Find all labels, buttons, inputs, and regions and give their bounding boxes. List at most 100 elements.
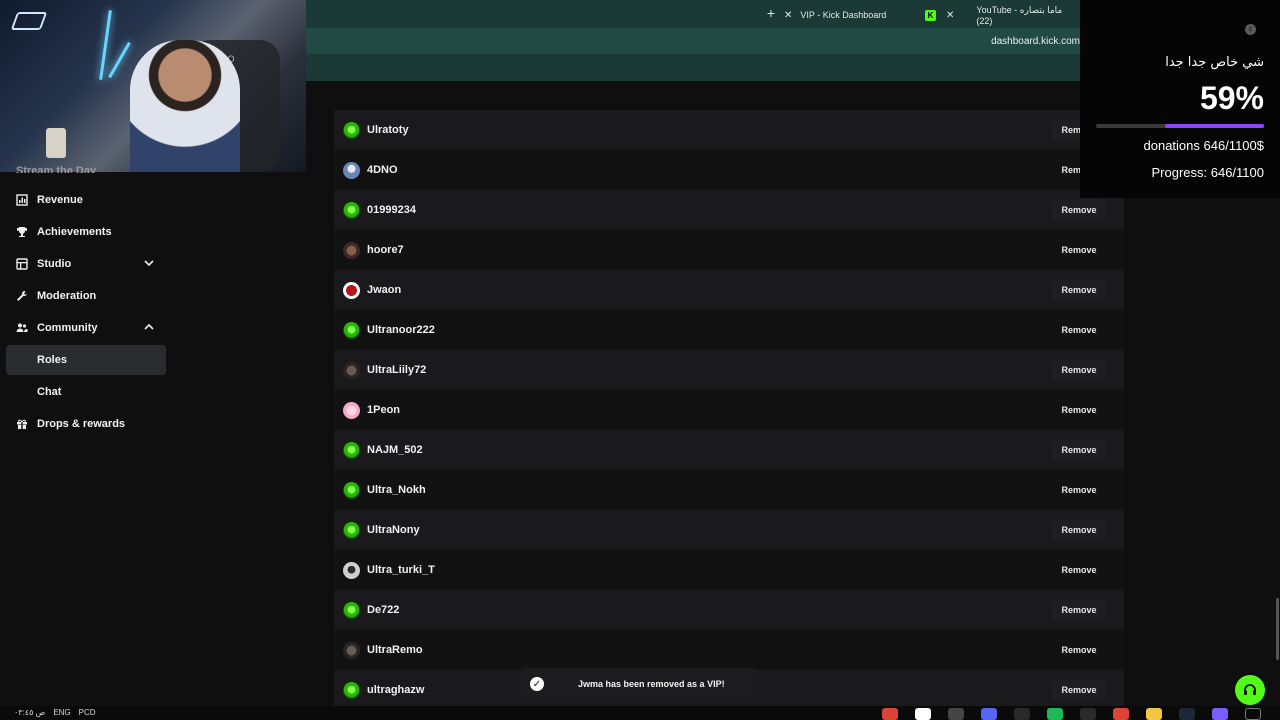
avatar (343, 482, 360, 499)
vip-username: hoore7 (367, 244, 404, 256)
chevron-up-icon[interactable] (143, 321, 155, 333)
steam-icon[interactable] (1179, 708, 1195, 720)
neon-light (99, 10, 112, 80)
address-bar[interactable]: dashboard.kick.com (306, 28, 1080, 54)
avatar (343, 402, 360, 419)
vip-username: 1Peon (367, 404, 401, 416)
sidebar-item-label: Revenue (37, 194, 83, 206)
vip-username: De722 (367, 604, 400, 616)
vip-row: hoore7 Remove (334, 230, 1124, 270)
epic-games-icon[interactable] (1014, 708, 1030, 720)
vip-row: UltraRemo Remove (334, 630, 1124, 670)
remove-vip-button[interactable]: Remove (1052, 399, 1106, 421)
file-explorer-icon[interactable] (1146, 708, 1162, 720)
vip-username: Ultra_Nokh (367, 484, 426, 496)
sidebar-item-achievements[interactable]: Achievements (6, 217, 166, 247)
goal-progress-fill (1164, 124, 1264, 128)
sidebar-item-label: Achievements (37, 226, 112, 238)
close-tab-icon[interactable]: ✕ (784, 10, 792, 21)
goal-progress-bar (1096, 124, 1264, 128)
taskbar-tray: ص ٠٣:٤٥ ENG PCD (14, 708, 96, 717)
remove-vip-button[interactable]: Remove (1052, 639, 1106, 661)
vip-username: UltraLiily72 (367, 364, 427, 376)
vip-row: UltraNony Remove (334, 510, 1124, 550)
webcam-overlay: DEVO (0, 0, 306, 172)
windows-start-icon[interactable] (1245, 708, 1261, 720)
chrome-icon[interactable] (882, 708, 898, 720)
sidebar-item-chat[interactable]: Chat (6, 377, 166, 407)
vip-row: Ulratoty Remove (334, 110, 1124, 150)
new-tab-button[interactable]: + (764, 5, 778, 21)
tab-vip-kick-dashboard[interactable]: ✕ VIP - Kick Dashboard K (784, 4, 936, 26)
vip-row: Jwaon Remove (334, 270, 1124, 310)
remove-vip-button[interactable]: Remove (1052, 239, 1106, 261)
trophy-icon (17, 227, 27, 237)
scrollbar-thumb[interactable] (1276, 598, 1279, 660)
vip-row: Ultra_turki_T Remove (334, 550, 1124, 590)
sidebar-item-drops-rewards[interactable]: Drops & rewards (6, 409, 166, 439)
close-tab-icon[interactable]: ✕ (946, 10, 954, 21)
remove-vip-button[interactable]: Remove (1052, 439, 1106, 461)
remove-vip-button[interactable]: Remove (1052, 319, 1106, 341)
remove-vip-button[interactable]: Remove (1052, 599, 1106, 621)
avatar (343, 642, 360, 659)
epic-games-icon[interactable] (1080, 708, 1096, 720)
vip-username: Jwaon (367, 284, 402, 296)
streamer (130, 40, 240, 172)
gift-icon (17, 419, 27, 429)
sidebar-item-label: Drops & rewards (37, 418, 126, 430)
tab-youtube[interactable]: ✕ YouTube - ماما بتصاره (22) (946, 4, 1080, 26)
tab-label: YouTube - ماما بتصاره (22) (976, 4, 1063, 26)
discord-icon[interactable] (981, 708, 997, 720)
remove-vip-button[interactable]: Remove (1052, 519, 1106, 541)
remove-vip-button[interactable]: Remove (1052, 479, 1106, 501)
check-circle-icon: ✓ (530, 677, 544, 691)
vip-username: UltraNony (367, 524, 420, 536)
vip-username: ultraghazw (367, 684, 425, 696)
sidebar-item-label: Chat (37, 386, 62, 398)
avatar (343, 362, 360, 379)
sidebar-item-label: Roles (37, 354, 67, 366)
chrome-icon[interactable] (1113, 708, 1129, 720)
app-icon[interactable] (1212, 708, 1228, 720)
remove-vip-button[interactable]: Remove (1052, 279, 1106, 301)
vip-username: Ultra_turki_T (367, 564, 435, 576)
sidebar-item-studio[interactable]: Studio (6, 249, 166, 279)
kick-app-icon[interactable] (915, 708, 931, 720)
sidebar-item-moderation[interactable]: Moderation (6, 281, 166, 311)
vip-row: NAJM_502 Remove (334, 430, 1124, 470)
sidebar-item-community[interactable]: Community (6, 313, 166, 343)
donation-goal-widget: c شي خاص جدا جدا 59% donations 646/1100$… (1080, 0, 1280, 198)
goal-donations: donations 646/1100$ (1143, 138, 1264, 153)
vip-row: 1Peon Remove (334, 390, 1124, 430)
close-icon[interactable]: c (1245, 24, 1256, 35)
vip-username: Ulratoty (367, 124, 409, 136)
help-button[interactable] (1235, 675, 1265, 705)
sidebar-item-label: Moderation (37, 290, 97, 302)
avatar (343, 202, 360, 219)
vip-username: NAJM_502 (367, 444, 423, 456)
studio-icon (16, 258, 28, 270)
remove-vip-button[interactable]: Remove (1052, 559, 1106, 581)
sidebar-item-roles[interactable]: Roles (6, 345, 166, 375)
sidebar-item-revenue[interactable]: Revenue (6, 185, 166, 215)
spotify-icon[interactable] (1047, 708, 1063, 720)
vip-username: 01999234 (367, 204, 416, 216)
avatar (343, 442, 360, 459)
remove-vip-button[interactable]: Remove (1052, 679, 1106, 701)
avatar (343, 682, 360, 699)
remove-vip-button[interactable]: Remove (1052, 359, 1106, 381)
vip-row: Ultranoor222 Remove (334, 310, 1124, 350)
remove-vip-button[interactable]: Remove (1052, 199, 1106, 221)
clock-app-icon[interactable] (948, 708, 964, 720)
kick-favicon-icon: K (925, 9, 936, 21)
vip-username: UltraRemo (367, 644, 423, 656)
toast-notification: ✓ Jwma has been removed as a VIP! (520, 668, 758, 702)
tab-label: VIP - Kick Dashboard (800, 10, 887, 20)
avatar (343, 242, 360, 259)
tray-language[interactable]: ENG (53, 708, 70, 717)
avatar (343, 322, 360, 339)
users-icon (16, 323, 28, 332)
chevron-down-icon[interactable] (143, 257, 155, 269)
neon-logo-icon (10, 12, 48, 30)
